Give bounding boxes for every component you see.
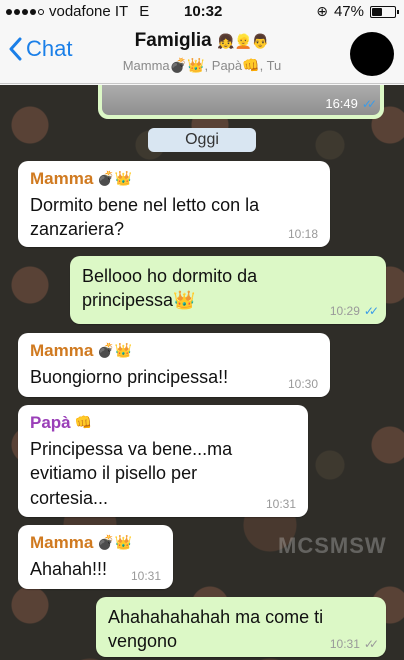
sender-emojis: 👊 — [74, 415, 93, 431]
message-text: Dormito bene nel letto con la zanzariera… — [30, 195, 260, 240]
message-time: 10:29 — [329, 304, 360, 318]
sender-name: Mamma 💣👑 — [30, 341, 133, 360]
message-bubble[interactable]: Papà 👊 Principessa va bene...ma evitiamo … — [18, 405, 308, 517]
message-text: Buongiorno principessa!! — [30, 367, 229, 387]
read-ticks-icon: ✓✓ — [361, 96, 377, 111]
group-title-emojis: 👧👱👨 — [217, 34, 270, 50]
battery-icon — [370, 5, 399, 18]
status-time: 10:32 — [184, 3, 223, 20]
fist-icon: 👊 — [242, 58, 260, 74]
group-title[interactable]: Famiglia 👧👱👨 — [0, 30, 404, 52]
message-time: 10:31 — [130, 569, 161, 583]
status-bar: vodafone IT E 10:32 ⊕ 47% — [0, 0, 404, 22]
signal-strength-icon — [6, 8, 44, 15]
carrier-info: vodafone IT E — [6, 3, 149, 20]
member-papa: Papà — [211, 58, 243, 73]
sender-emojis: 💣👑 — [97, 171, 133, 187]
message-bubble[interactable]: Mamma 💣👑 Buongiorno principessa!! 10:30 — [18, 333, 330, 397]
group-members: Mamma💣👑, Papà👊, Tu — [122, 58, 282, 74]
message-time: 10:31 — [265, 497, 296, 511]
message-bubble[interactable]: Mamma 💣👑 Dormito bene nel letto con la za… — [18, 161, 330, 247]
sender-name: Mamma 💣👑 — [30, 533, 133, 552]
message-meta: 10:29 ✓✓ — [329, 304, 379, 318]
message-bubble[interactable]: Bellooo ho dormito da principessa👑 10:29… — [70, 256, 386, 324]
delivered-ticks-icon: ✓✓ — [363, 637, 379, 651]
watermark: MCSMSW — [278, 533, 387, 558]
message-time: 10:18 — [287, 227, 318, 241]
group-avatar[interactable] — [350, 32, 394, 76]
group-name: Famiglia — [134, 30, 212, 51]
nav-bar: Chat Famiglia 👧👱👨 Mamma💣👑, Papà👊, Tu — [0, 22, 404, 84]
message-text: Principessa va bene...ma evitiamo il pis… — [30, 439, 233, 508]
message-bubble[interactable]: Ahahahahahah ma come ti vengono 10:31 ✓✓ — [96, 597, 386, 657]
sender-name: Papà 👊 — [30, 413, 93, 432]
photo-thumbnail[interactable]: 16:49 ✓✓ — [102, 85, 380, 115]
sender-emojis: 💣👑 — [97, 343, 133, 359]
message-meta: 10:31 ✓✓ — [329, 637, 379, 651]
network-type: E — [139, 3, 150, 20]
member-mamma: Mamma — [122, 58, 170, 73]
member-tu: , Tu — [259, 58, 282, 73]
photo-meta: 16:49 ✓✓ — [325, 96, 377, 111]
status-right: ⊕ 47% — [316, 3, 399, 20]
photo-time: 16:49 — [325, 96, 358, 111]
message-time: 10:30 — [287, 377, 318, 391]
rotation-lock-icon: ⊕ — [316, 3, 328, 19]
carrier-name: vodafone IT — [49, 3, 129, 20]
photo-message[interactable]: 16:49 ✓✓ — [98, 85, 384, 119]
sender-name: Mamma 💣👑 — [30, 169, 133, 188]
battery-percent: 47% — [333, 3, 364, 20]
message-bubble[interactable]: Mamma 💣👑 Ahahah!!! 10:31 — [18, 525, 173, 589]
message-time: 10:31 — [329, 637, 360, 651]
bomb-crown-icon: 💣👑 — [169, 58, 205, 74]
sender-emojis: 💣👑 — [97, 535, 133, 551]
read-ticks-icon: ✓✓ — [363, 304, 379, 318]
date-separator: Oggi — [148, 128, 256, 152]
chat-area[interactable]: 16:49 ✓✓ Oggi Mamma 💣👑 Dormito bene nel l… — [0, 85, 404, 660]
